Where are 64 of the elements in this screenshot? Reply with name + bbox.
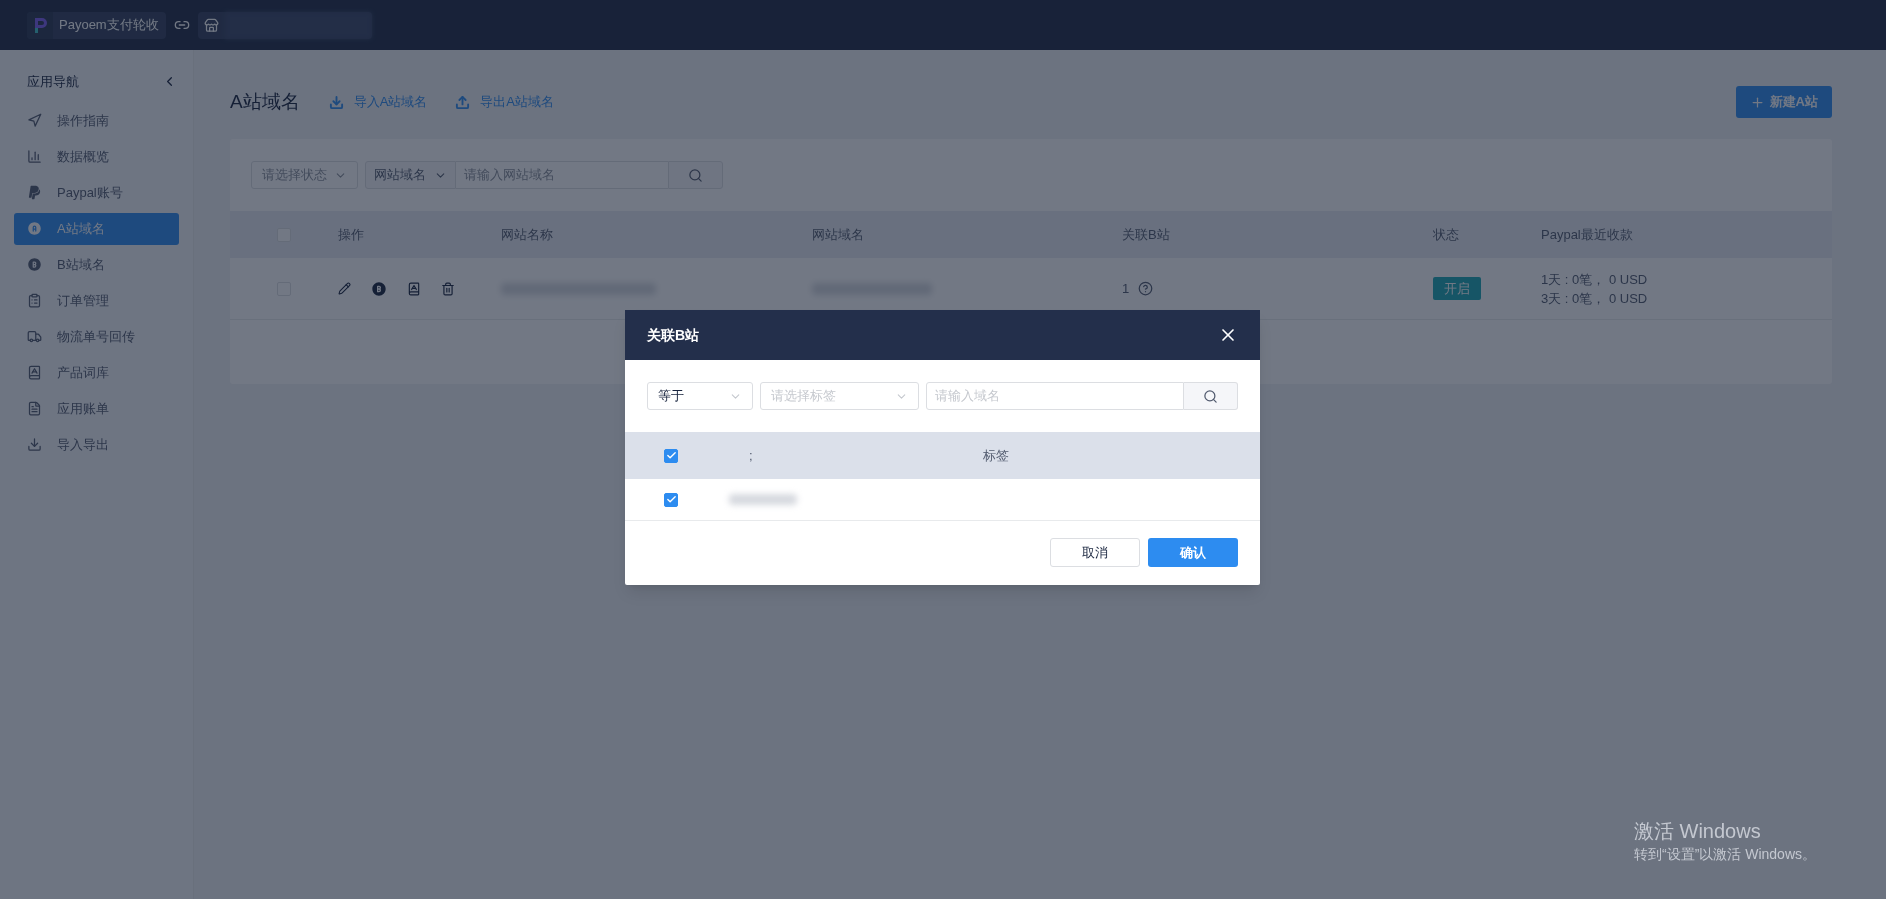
sidebar-item[interactable]: 应用账单 — [14, 392, 179, 425]
checkbox[interactable] — [664, 448, 678, 463]
sidebar-item[interactable]: 订单管理 — [14, 284, 179, 317]
bar-chart-icon — [27, 149, 42, 164]
sidebar-item[interactable]: A站域名 — [14, 212, 179, 245]
circle-b-icon[interactable] — [371, 280, 387, 297]
sidebar-item[interactable]: 产品词库 — [14, 356, 179, 389]
blurred-domain — [729, 494, 797, 505]
column-header: 网站域名 — [812, 226, 864, 242]
activation-title: 激活 Windows — [1634, 819, 1762, 844]
upload-icon — [455, 94, 471, 110]
plus-icon — [1749, 94, 1765, 110]
download-icon — [27, 437, 42, 452]
circle-a-icon — [27, 221, 42, 236]
delete-icon[interactable] — [441, 281, 455, 296]
activation-hint: 转到“设置”以激活 Windows。 — [1634, 845, 1816, 864]
app-badge[interactable]: Payoem支付轮收 — [27, 11, 166, 39]
column-header: 网站名称 — [501, 226, 553, 242]
column-header: 关联B站 — [1122, 226, 1170, 242]
sidebar-item[interactable]: B站域名 — [14, 248, 179, 281]
book-icon — [27, 365, 42, 380]
download-icon — [328, 94, 344, 110]
payment-summary: 3天 : 0笔， 0 USD — [1541, 289, 1649, 308]
check-icon — [665, 494, 677, 505]
sidebar-item[interactable]: 物流单号回传 — [14, 320, 179, 353]
book-icon[interactable] — [407, 281, 421, 296]
sidebar-item[interactable]: 数据概览 — [14, 140, 179, 173]
help-icon[interactable] — [1138, 281, 1154, 296]
export-link[interactable]: 导出A站域名 — [455, 92, 555, 112]
clipboard-icon — [27, 293, 42, 308]
search-button[interactable] — [668, 161, 723, 189]
modal-title: 关联B站 — [647, 325, 700, 345]
navigation-icon — [27, 113, 42, 128]
truck-icon — [27, 329, 42, 344]
column-header: ; — [749, 447, 753, 463]
sidebar-item[interactable]: Paypal账号 — [14, 176, 179, 209]
sidebar-item[interactable]: 导入导出 — [14, 428, 179, 461]
circle-b-icon — [27, 257, 42, 272]
payment-summary: 1天 : 0笔， 0 USD — [1541, 270, 1649, 289]
cancel-button[interactable]: 取消 — [1050, 538, 1140, 567]
confirm-button[interactable]: 确认 — [1148, 538, 1238, 567]
related-count: 1 — [1122, 279, 1130, 298]
search-button[interactable] — [1184, 382, 1238, 410]
check-icon — [665, 450, 677, 461]
logo-icon — [27, 11, 53, 39]
store-icon — [203, 17, 219, 33]
paypal-icon — [27, 185, 42, 200]
status-tag: 开启 — [1433, 276, 1481, 301]
field-select[interactable]: 网站域名 — [365, 161, 456, 189]
new-site-button[interactable]: 新建A站 — [1735, 86, 1832, 118]
page-title: A站域名 — [230, 89, 300, 114]
operator-select[interactable]: 等于 — [647, 382, 753, 410]
sidebar-title: 应用导航 — [27, 73, 79, 91]
edit-icon[interactable] — [338, 282, 351, 295]
search-icon — [1203, 388, 1218, 404]
search-icon — [688, 167, 703, 183]
sidebar-item[interactable]: 操作指南 — [14, 104, 179, 137]
column-header: 状态 — [1433, 226, 1459, 242]
document-icon — [27, 401, 42, 416]
import-link[interactable]: 导入A站域名 — [328, 92, 428, 112]
column-header: Paypal最近收款 — [1541, 226, 1633, 242]
app-name: Payoem支付轮收 — [59, 16, 159, 35]
column-header: 标签 — [983, 447, 1009, 463]
checkbox[interactable] — [664, 492, 678, 507]
